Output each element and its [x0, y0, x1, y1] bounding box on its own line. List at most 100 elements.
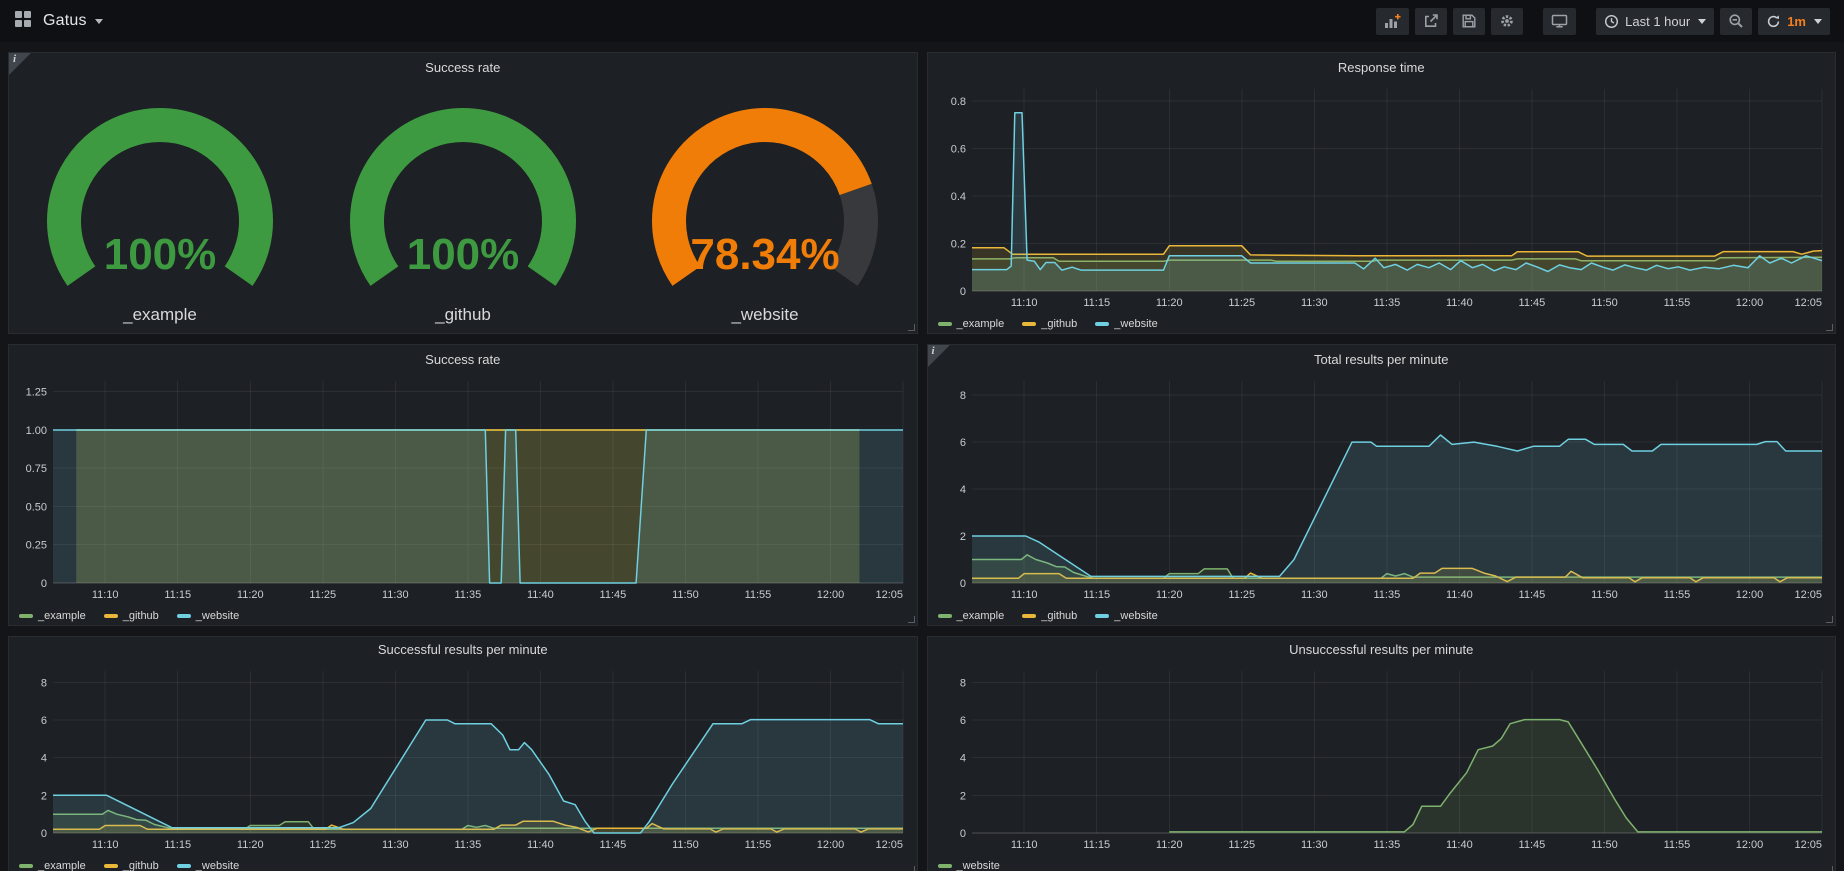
legend-item-_example[interactable]: _example [19, 860, 86, 871]
legend-item-_example[interactable]: _example [938, 318, 1005, 330]
save-icon [1461, 13, 1477, 29]
svg-text:11:55: 11:55 [1663, 297, 1690, 309]
gauge-_example: 100% _example [9, 87, 312, 327]
dashboard-grid: i Success rate 100% _example 100% _github 78… [0, 42, 1844, 871]
svg-text:11:15: 11:15 [1083, 589, 1110, 601]
svg-text:11:45: 11:45 [1518, 297, 1545, 309]
svg-text:11:45: 11:45 [600, 589, 627, 601]
panel-title[interactable]: Response time [928, 53, 1836, 81]
legend-item-_website[interactable]: _website [177, 860, 239, 871]
svg-text:11:50: 11:50 [1591, 839, 1618, 851]
legend-item-_website[interactable]: _website [177, 610, 239, 622]
svg-text:12:00: 12:00 [817, 589, 845, 601]
svg-text:12:00: 12:00 [1735, 839, 1763, 851]
legend-item-_example[interactable]: _example [19, 610, 86, 622]
svg-text:0: 0 [959, 286, 965, 298]
unsuccessful-results-chart[interactable]: 11:1011:1511:2011:2511:3011:3511:4011:45… [928, 663, 1836, 855]
svg-text:8: 8 [959, 390, 965, 402]
legend-label: _example [38, 610, 86, 622]
share-dashboard-button[interactable] [1415, 8, 1447, 35]
gauge-value: 100% [406, 230, 519, 279]
monitor-icon [1551, 13, 1568, 29]
panel-info-corner-icon[interactable]: i [9, 53, 31, 75]
total-results-chart[interactable]: 11:1011:1511:2011:2511:3011:3511:4011:45… [928, 373, 1836, 605]
legend-item-_website[interactable]: _website [1095, 318, 1157, 330]
legend-label: _website [196, 860, 239, 871]
apps-grid-icon[interactable] [14, 10, 32, 33]
svg-text:0.4: 0.4 [950, 191, 965, 203]
svg-text:0: 0 [959, 578, 965, 590]
legend-item-_website[interactable]: _website [938, 860, 1000, 871]
svg-text:11:40: 11:40 [1446, 589, 1473, 601]
zoom-out-time-range-button[interactable] [1720, 8, 1752, 35]
successful-results-chart[interactable]: 11:1011:1511:2011:2511:3011:3511:4011:45… [9, 663, 917, 855]
svg-text:11:15: 11:15 [1083, 839, 1110, 851]
svg-text:11:55: 11:55 [1663, 839, 1690, 851]
dashboard-picker-caret-icon[interactable] [95, 19, 103, 24]
add-panel-button[interactable] [1376, 8, 1409, 35]
svg-text:11:30: 11:30 [1300, 839, 1327, 851]
cycle-view-mode-button[interactable] [1543, 8, 1576, 35]
panel-resize-handle[interactable] [908, 866, 915, 871]
svg-text:11:30: 11:30 [1300, 589, 1327, 601]
svg-text:11:10: 11:10 [92, 839, 119, 851]
magnifier-minus-icon [1728, 13, 1744, 29]
panel-resize-handle[interactable] [908, 616, 915, 623]
legend-item-_github[interactable]: _github [1022, 610, 1077, 622]
panel-title[interactable]: Unsuccessful results per minute [928, 637, 1836, 663]
bar-chart-plus-icon [1384, 13, 1401, 29]
svg-text:11:55: 11:55 [745, 839, 772, 851]
svg-text:11:40: 11:40 [527, 589, 554, 601]
svg-text:11:10: 11:10 [1010, 589, 1037, 601]
svg-text:11:25: 11:25 [1228, 297, 1255, 309]
dashboard-settings-button[interactable] [1491, 8, 1523, 35]
legend-label: _github [123, 610, 159, 622]
svg-text:11:10: 11:10 [92, 589, 119, 601]
refresh-dashboard-button[interactable]: 1m [1758, 8, 1830, 35]
panel-title[interactable]: Total results per minute [928, 345, 1836, 373]
navbar: Gatus [0, 0, 1844, 42]
panel-info-corner-icon[interactable]: i [928, 345, 950, 367]
gauge-label: _example [122, 305, 197, 324]
gauge-value: 100% [104, 230, 217, 279]
svg-text:11:10: 11:10 [1010, 297, 1037, 309]
svg-text:11:50: 11:50 [1591, 589, 1618, 601]
svg-text:11:50: 11:50 [672, 589, 699, 601]
svg-text:11:25: 11:25 [309, 839, 336, 851]
svg-text:12:05: 12:05 [1794, 839, 1822, 851]
legend-item-_website[interactable]: _website [1095, 610, 1157, 622]
legend: _example _github _website [928, 313, 1836, 334]
share-icon [1423, 13, 1439, 29]
svg-text:11:25: 11:25 [1228, 589, 1255, 601]
save-dashboard-button[interactable] [1453, 8, 1485, 35]
panel-title[interactable]: Successful results per minute [9, 637, 917, 663]
dashboard-title[interactable]: Gatus [43, 12, 87, 30]
panel-title[interactable]: Success rate [9, 53, 917, 81]
svg-text:12:05: 12:05 [1794, 297, 1822, 309]
panel-resize-handle[interactable] [1826, 324, 1833, 331]
time-range-picker-button[interactable]: Last 1 hour [1596, 8, 1714, 35]
time-range-label: Last 1 hour [1625, 14, 1690, 29]
legend-item-_github[interactable]: _github [104, 610, 159, 622]
svg-text:0.8: 0.8 [950, 96, 965, 108]
success-rate-chart[interactable]: 11:1011:1511:2011:2511:3011:3511:4011:45… [9, 373, 917, 605]
legend-item-_example[interactable]: _example [938, 610, 1005, 622]
svg-text:11:55: 11:55 [1663, 589, 1690, 601]
svg-text:11:10: 11:10 [1010, 839, 1037, 851]
legend-swatch [938, 322, 952, 326]
clock-icon [1604, 14, 1619, 29]
response-time-chart[interactable]: 11:1011:1511:2011:2511:3011:3511:4011:45… [928, 81, 1836, 313]
panel-resize-handle[interactable] [908, 324, 915, 331]
svg-text:12:05: 12:05 [875, 839, 903, 851]
legend-item-_github[interactable]: _github [1022, 318, 1077, 330]
legend-item-_github[interactable]: _github [104, 860, 159, 871]
legend-swatch [938, 614, 952, 618]
panel-resize-handle[interactable] [1826, 866, 1833, 871]
legend-swatch [938, 864, 952, 868]
svg-text:0.75: 0.75 [26, 463, 47, 475]
panel-title[interactable]: Success rate [9, 345, 917, 373]
panel-resize-handle[interactable] [1826, 616, 1833, 623]
svg-text:12:05: 12:05 [1794, 589, 1822, 601]
gauge-label: _website [731, 305, 799, 324]
gauge-_website: 78.34%_website [614, 87, 917, 327]
